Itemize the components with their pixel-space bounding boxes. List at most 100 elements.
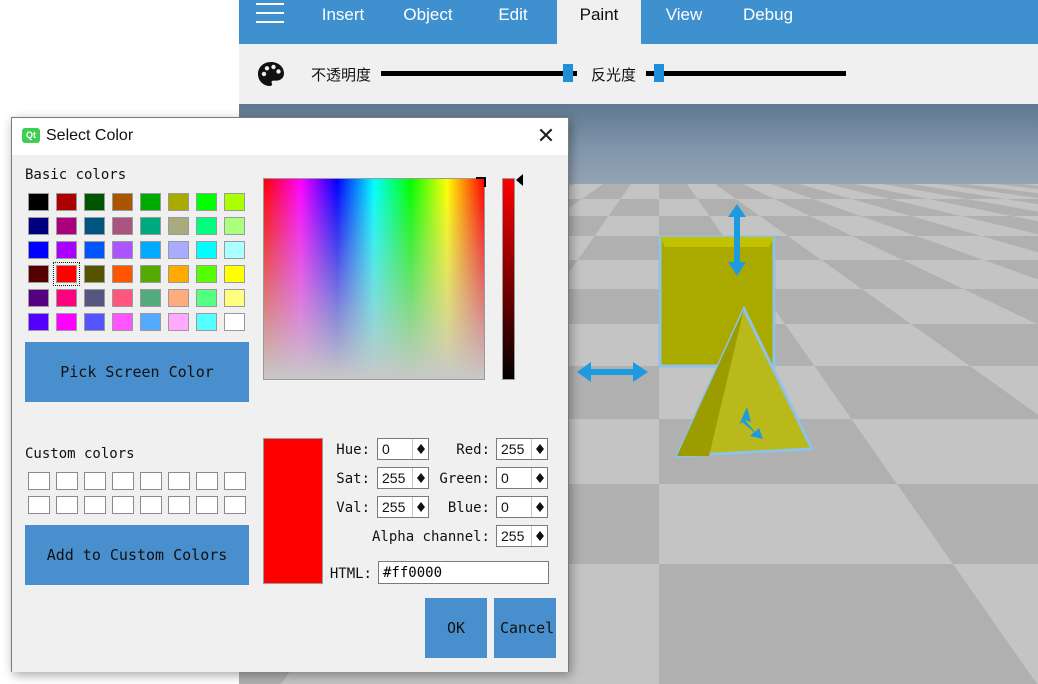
basic-color-swatch[interactable]	[224, 241, 245, 259]
basic-color-swatch[interactable]	[112, 313, 133, 331]
basic-color-swatch[interactable]	[140, 289, 161, 307]
value-slider-arrow[interactable]	[516, 174, 523, 186]
basic-color-swatch[interactable]	[196, 241, 217, 259]
custom-color-slot[interactable]	[112, 496, 134, 514]
basic-color-swatch[interactable]	[196, 289, 217, 307]
custom-color-slot[interactable]	[84, 496, 106, 514]
basic-color-swatch[interactable]	[56, 193, 77, 211]
custom-color-slot[interactable]	[84, 472, 106, 490]
basic-color-swatch[interactable]	[112, 289, 133, 307]
palette-icon[interactable]	[257, 61, 285, 87]
basic-color-swatch[interactable]	[84, 217, 105, 235]
basic-color-swatch[interactable]	[140, 241, 161, 259]
cancel-button[interactable]: Cancel	[494, 598, 556, 658]
basic-color-swatch[interactable]	[28, 241, 49, 259]
basic-color-swatch[interactable]	[168, 289, 189, 307]
spectrum-crosshair[interactable]	[476, 177, 486, 187]
red-up-icon[interactable]	[532, 439, 547, 449]
basic-color-swatch[interactable]	[224, 217, 245, 235]
custom-color-slot[interactable]	[140, 496, 162, 514]
hue-down-icon[interactable]	[413, 449, 428, 459]
reflectance-slider-handle[interactable]	[653, 64, 664, 82]
close-icon[interactable]: ✕	[534, 124, 558, 148]
sat-spinbox[interactable]	[377, 467, 429, 489]
basic-color-swatch[interactable]	[224, 265, 245, 283]
custom-color-slot[interactable]	[112, 472, 134, 490]
opacity-slider-handle[interactable]	[563, 64, 574, 82]
basic-color-swatch[interactable]	[28, 217, 49, 235]
basic-color-swatch[interactable]	[140, 193, 161, 211]
basic-color-swatch[interactable]	[28, 265, 49, 283]
basic-color-swatch[interactable]	[112, 193, 133, 211]
basic-color-swatch[interactable]	[168, 313, 189, 331]
alpha-spinbox[interactable]	[496, 525, 548, 547]
basic-color-swatch[interactable]	[53, 262, 80, 286]
red-input[interactable]	[499, 440, 529, 458]
custom-color-slot[interactable]	[168, 472, 190, 490]
basic-color-swatch[interactable]	[196, 193, 217, 211]
basic-color-swatch[interactable]	[140, 217, 161, 235]
add-to-custom-colors-button[interactable]: Add to Custom Colors	[25, 525, 249, 585]
basic-color-swatch[interactable]	[224, 289, 245, 307]
dialog-title-bar[interactable]: Qt Select Color ✕	[12, 118, 568, 155]
basic-color-swatch[interactable]	[84, 313, 105, 331]
custom-color-slot[interactable]	[224, 496, 246, 514]
alpha-down-icon[interactable]	[532, 536, 547, 546]
value-slider[interactable]	[502, 178, 515, 380]
sat-down-icon[interactable]	[413, 478, 428, 488]
blue-down-icon[interactable]	[532, 507, 547, 517]
basic-color-swatch[interactable]	[140, 265, 161, 283]
alpha-input[interactable]	[499, 527, 529, 545]
basic-color-swatch[interactable]	[112, 217, 133, 235]
basic-color-swatch[interactable]	[56, 313, 77, 331]
basic-color-swatch[interactable]	[168, 217, 189, 235]
pick-screen-color-button[interactable]: Pick Screen Color	[25, 342, 249, 402]
hue-input[interactable]	[380, 440, 410, 458]
menu-view[interactable]: View	[656, 0, 712, 30]
custom-color-slot[interactable]	[28, 496, 50, 514]
basic-color-swatch[interactable]	[196, 265, 217, 283]
menu-debug[interactable]: Debug	[730, 0, 806, 30]
custom-color-slot[interactable]	[168, 496, 190, 514]
green-input[interactable]	[499, 469, 529, 487]
sat-input[interactable]	[380, 469, 410, 487]
menu-object[interactable]: Object	[392, 0, 464, 30]
val-up-icon[interactable]	[413, 497, 428, 507]
basic-color-swatch[interactable]	[168, 241, 189, 259]
green-spinbox[interactable]	[496, 467, 548, 489]
val-down-icon[interactable]	[413, 507, 428, 517]
val-input[interactable]	[380, 498, 410, 516]
custom-color-slot[interactable]	[56, 496, 78, 514]
blue-up-icon[interactable]	[532, 497, 547, 507]
basic-color-swatch[interactable]	[28, 313, 49, 331]
opacity-slider-track[interactable]	[381, 71, 577, 76]
alpha-up-icon[interactable]	[532, 526, 547, 536]
basic-color-swatch[interactable]	[28, 289, 49, 307]
basic-color-swatch[interactable]	[224, 193, 245, 211]
custom-color-slot[interactable]	[196, 496, 218, 514]
basic-color-swatch[interactable]	[140, 313, 161, 331]
basic-color-swatch[interactable]	[112, 265, 133, 283]
basic-color-swatch[interactable]	[56, 217, 77, 235]
basic-color-swatch[interactable]	[84, 265, 105, 283]
menu-edit[interactable]: Edit	[484, 0, 542, 30]
basic-color-swatch[interactable]	[84, 241, 105, 259]
green-up-icon[interactable]	[532, 468, 547, 478]
blue-input[interactable]	[499, 498, 529, 516]
basic-color-swatch[interactable]	[56, 289, 77, 307]
menu-insert[interactable]: Insert	[310, 0, 376, 30]
ok-button[interactable]: OK	[425, 598, 487, 658]
blue-spinbox[interactable]	[496, 496, 548, 518]
red-down-icon[interactable]	[532, 449, 547, 459]
html-color-input[interactable]	[378, 561, 549, 584]
basic-color-swatch[interactable]	[224, 313, 245, 331]
reflectance-slider-track[interactable]	[646, 71, 846, 76]
custom-color-slot[interactable]	[56, 472, 78, 490]
basic-color-swatch[interactable]	[112, 241, 133, 259]
val-spinbox[interactable]	[377, 496, 429, 518]
basic-color-swatch[interactable]	[56, 241, 77, 259]
custom-color-slot[interactable]	[28, 472, 50, 490]
custom-color-slot[interactable]	[224, 472, 246, 490]
custom-color-slot[interactable]	[140, 472, 162, 490]
color-spectrum[interactable]	[263, 177, 486, 380]
